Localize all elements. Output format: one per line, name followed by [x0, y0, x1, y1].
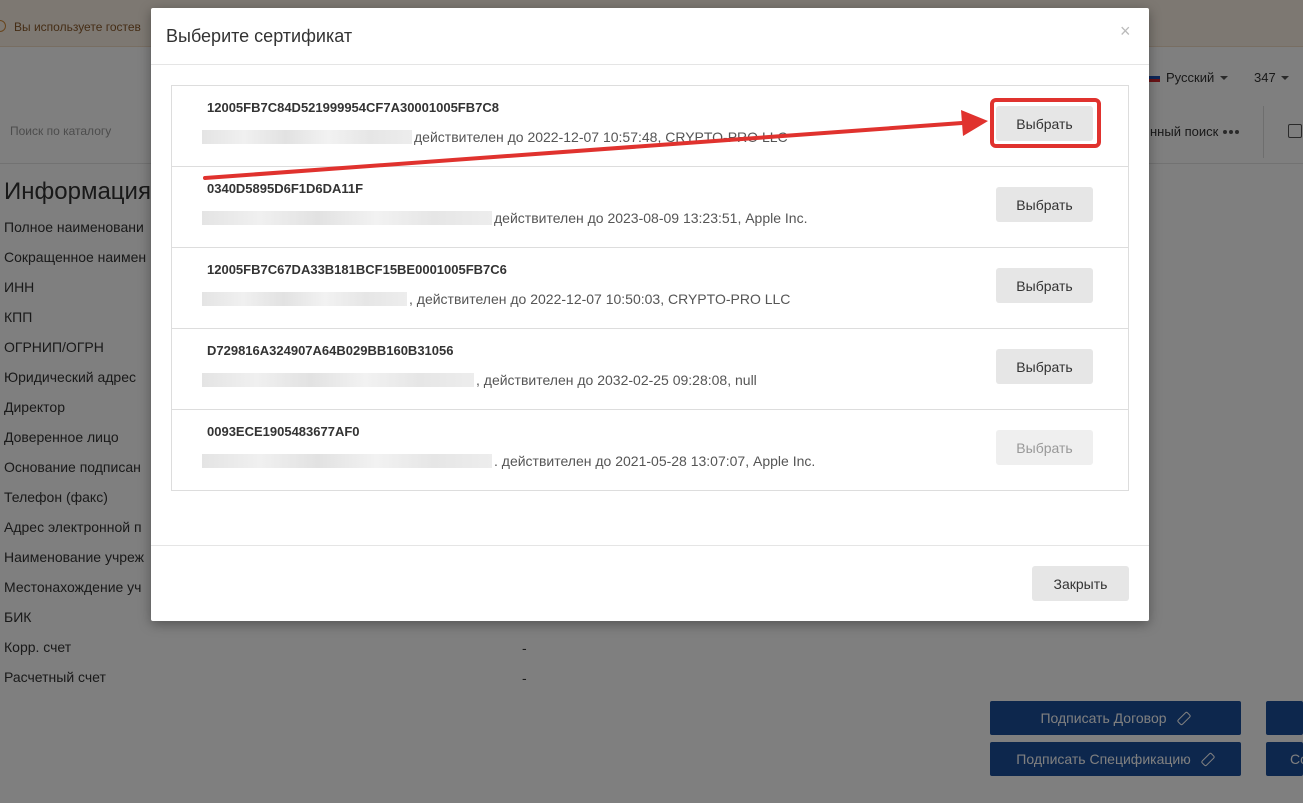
redacted-owner — [202, 454, 492, 468]
certificate-row: 0340D5895D6F1D6DA11F действителен до 202… — [172, 167, 1128, 248]
certificate-serial: 0093ECE1905483677AF0 — [207, 424, 360, 439]
select-certificate-button[interactable]: Выбрать — [996, 106, 1093, 141]
certificate-row: 12005FB7C67DA33B181BCF15BE0001005FB7C6 ,… — [172, 248, 1128, 329]
redacted-owner — [202, 373, 474, 387]
certificate-row: 0093ECE1905483677AF0 . действителен до 2… — [172, 410, 1128, 490]
certificate-validity: , действителен до 2032-02-25 09:28:08, n… — [476, 372, 757, 388]
certificate-row: 12005FB7C84D521999954CF7A30001005FB7C8 д… — [172, 86, 1128, 167]
certificate-info: , действителен до 2022-12-07 10:50:03, C… — [202, 291, 790, 307]
certificate-info: , действителен до 2032-02-25 09:28:08, n… — [202, 372, 757, 388]
modal-title: Выберите сертификат — [166, 26, 353, 46]
redacted-owner — [202, 130, 412, 144]
certificate-info: действителен до 2023-08-09 13:23:51, App… — [202, 210, 807, 226]
select-certificate-button-disabled: Выбрать — [996, 430, 1093, 465]
close-icon[interactable]: × — [1120, 22, 1131, 40]
redacted-owner — [202, 292, 407, 306]
certificate-modal: Выберите сертификат × 12005FB7C84D521999… — [151, 8, 1149, 621]
select-certificate-button[interactable]: Выбрать — [996, 187, 1093, 222]
certificate-row: D729816A324907A64B029BB160B31056 , дейст… — [172, 329, 1128, 410]
modal-footer: Закрыть — [151, 545, 1149, 622]
certificate-list: 12005FB7C84D521999954CF7A30001005FB7C8 д… — [171, 85, 1129, 491]
modal-header: Выберите сертификат × — [151, 8, 1149, 65]
redacted-owner — [202, 211, 492, 225]
certificate-validity: , действителен до 2022-12-07 10:50:03, C… — [409, 291, 791, 307]
certificate-validity: действителен до 2022-12-07 10:57:48, CRY… — [414, 129, 788, 145]
certificate-info: действителен до 2022-12-07 10:57:48, CRY… — [202, 129, 788, 145]
certificate-serial: 0340D5895D6F1D6DA11F — [207, 181, 364, 196]
certificate-serial: 12005FB7C67DA33B181BCF15BE0001005FB7C6 — [207, 262, 507, 277]
certificate-info: . действителен до 2021-05-28 13:07:07, A… — [202, 453, 815, 469]
certificate-serial: 12005FB7C84D521999954CF7A30001005FB7C8 — [207, 100, 499, 115]
certificate-validity: действителен до 2023-08-09 13:23:51, App… — [494, 210, 808, 226]
certificate-validity: . действителен до 2021-05-28 13:07:07, A… — [494, 453, 816, 469]
select-certificate-button[interactable]: Выбрать — [996, 268, 1093, 303]
certificate-serial: D729816A324907A64B029BB160B31056 — [207, 343, 454, 358]
select-certificate-button[interactable]: Выбрать — [996, 349, 1093, 384]
close-button[interactable]: Закрыть — [1032, 566, 1129, 601]
